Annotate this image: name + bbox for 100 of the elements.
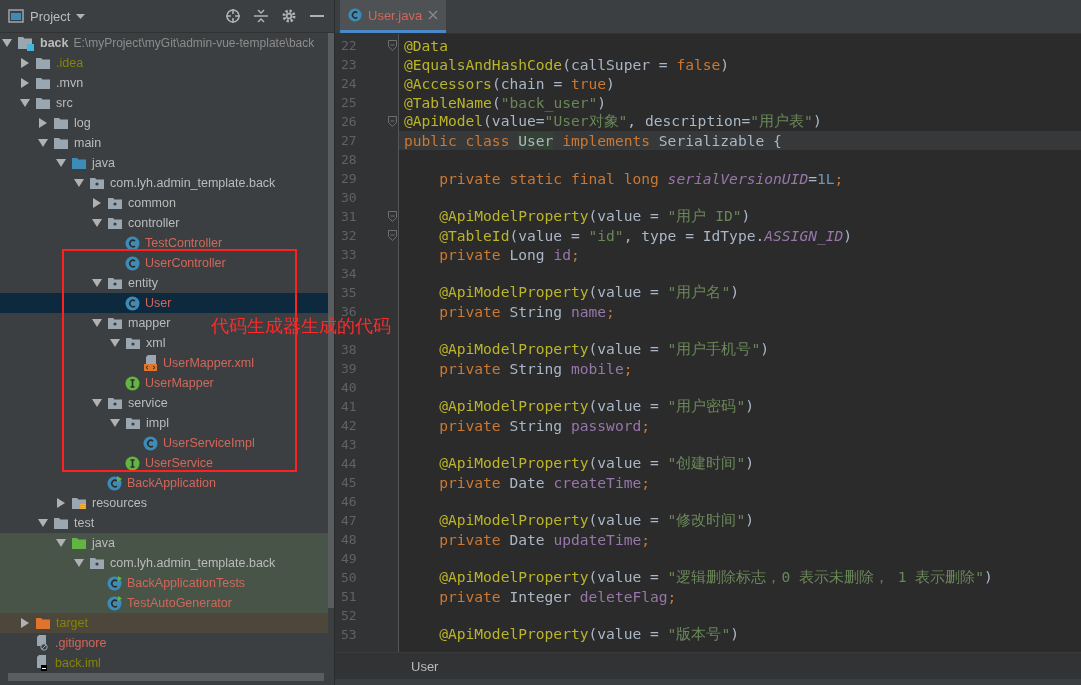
expanded-arrow-icon[interactable] xyxy=(74,558,84,568)
tree-item-label: UserMapper.xml xyxy=(163,356,254,370)
class-icon xyxy=(348,8,362,22)
package-icon xyxy=(107,316,123,330)
collapsed-arrow-icon[interactable] xyxy=(92,198,102,208)
code-line: private Long id; xyxy=(438,245,581,264)
collapsed-arrow-icon[interactable] xyxy=(38,118,48,128)
fold-marker-icon[interactable] xyxy=(388,40,397,51)
code-line: @ApiModelProperty(value = "用户名") xyxy=(438,283,740,302)
tree-row[interactable]: java xyxy=(0,533,328,553)
code-line: @ApiModelProperty(value = "用户密码") xyxy=(438,397,755,416)
tree-item-label: resources xyxy=(92,496,147,510)
code-line: private String name; xyxy=(438,302,616,321)
tree-item-label: UserServiceImpl xyxy=(163,436,255,450)
expanded-arrow-icon[interactable] xyxy=(92,278,102,288)
project-view-dropdown[interactable]: Project xyxy=(8,8,86,24)
tree-item-label: BackApplication xyxy=(127,476,216,490)
collapsed-arrow-icon[interactable] xyxy=(20,78,30,88)
expanded-arrow-icon[interactable] xyxy=(2,38,12,48)
code-line: @TableName("back_user") xyxy=(403,93,608,112)
expanded-arrow-icon[interactable] xyxy=(56,538,66,548)
expanded-arrow-icon[interactable] xyxy=(56,158,66,168)
expanded-arrow-icon[interactable] xyxy=(38,518,48,528)
tree-item-label: log xyxy=(74,116,91,130)
tree-item-label: test xyxy=(74,516,95,530)
package-icon xyxy=(89,176,105,190)
code-line: @ApiModel(value="User对象", description="用户表") xyxy=(403,112,823,131)
expanded-arrow-icon[interactable] xyxy=(110,418,120,428)
class-icon xyxy=(143,435,158,451)
tree-item-label: target xyxy=(56,616,88,630)
tree-item-label: UserService xyxy=(145,456,214,470)
expanded-arrow-icon[interactable] xyxy=(38,138,48,148)
fold-marker-icon[interactable] xyxy=(388,116,397,127)
editor-tab[interactable]: User.java xyxy=(340,0,447,33)
code-line: @ApiModelProperty(value = "修改时间") xyxy=(438,511,755,530)
collapsed-arrow-icon[interactable] xyxy=(20,618,30,628)
folder-icon xyxy=(35,96,51,110)
class-icon xyxy=(107,575,122,591)
tree-row[interactable]: target xyxy=(0,613,328,633)
tree-row[interactable]: com.lyh.admin_template.back xyxy=(0,553,328,573)
tree-item-label: .gitignore xyxy=(55,636,107,650)
test-folder-icon xyxy=(71,536,87,550)
class-icon xyxy=(107,475,122,491)
tree-item-label: .mvn xyxy=(56,76,84,90)
collapsed-arrow-icon[interactable] xyxy=(56,498,66,508)
scrollbar[interactable] xyxy=(8,673,324,681)
expanded-arrow-icon[interactable] xyxy=(74,178,84,188)
package-icon xyxy=(107,196,123,210)
tree-item-label: entity xyxy=(128,276,158,290)
code-line: private Date updateTime; xyxy=(438,530,652,549)
package-icon xyxy=(125,336,141,350)
caret-icon xyxy=(76,13,86,19)
tree-item-label: java xyxy=(92,156,115,170)
tab-label: User.java xyxy=(368,7,423,23)
expanded-arrow-icon[interactable] xyxy=(110,338,120,348)
tree-item-label: service xyxy=(128,396,168,410)
package-icon xyxy=(89,556,105,570)
tree-item-label: controller xyxy=(128,216,180,230)
tree-item-label: TestAutoGenerator xyxy=(127,596,232,610)
code-line: @Data xyxy=(403,36,449,55)
tree-item-label: UserController xyxy=(145,256,226,270)
breadcrumb[interactable]: User xyxy=(411,658,439,674)
code-line: @ApiModelProperty(value = "用户 ID") xyxy=(438,207,752,226)
module-path: E:\myProject\myGit\admin-vue-template\back xyxy=(73,36,315,50)
tree-item-label: .idea xyxy=(56,56,84,70)
selected-tree-row[interactable]: User xyxy=(0,293,328,313)
fold-marker-icon[interactable] xyxy=(388,211,397,222)
folder-icon xyxy=(53,516,69,530)
code-line: private static final long serialVersionUID=1L; xyxy=(438,169,845,188)
tree-item-label: BackApplicationTests xyxy=(127,576,246,590)
tree-item-label: common xyxy=(128,196,176,210)
expanded-arrow-icon[interactable] xyxy=(92,398,102,408)
code-line: private Date createTime; xyxy=(438,473,652,492)
expanded-arrow-icon[interactable] xyxy=(92,218,102,228)
class-icon xyxy=(125,235,140,251)
folder-icon xyxy=(53,116,69,130)
tree-item-label: main xyxy=(74,136,102,150)
code-line: @ApiModelProperty(value = "用户手机号") xyxy=(438,340,770,359)
code-line: @TableId(value = "id", type = IdType.ASSIGN_ID) xyxy=(438,226,854,245)
tree-row[interactable]: BackApplicationTests xyxy=(0,573,328,593)
tree-item-label: back.iml xyxy=(55,656,101,670)
tree-item-label: mapper xyxy=(128,316,171,330)
code-line: @Accessors(chain = true) xyxy=(403,74,616,93)
code-line: @ApiModelProperty(value = "逻辑删除标志，0 表示未删除， 1 表示删除") xyxy=(438,568,994,587)
code-line: private String password; xyxy=(438,416,652,435)
tree-item-label: java xyxy=(92,536,115,550)
class-icon xyxy=(125,255,140,271)
tree-row[interactable]: TestAutoGenerator xyxy=(0,593,328,613)
interface-icon xyxy=(125,455,140,471)
fold-marker-icon[interactable] xyxy=(388,230,397,241)
class-icon xyxy=(107,595,122,611)
package-icon xyxy=(107,396,123,410)
package-icon xyxy=(107,216,123,230)
package-icon xyxy=(125,416,141,430)
collapsed-arrow-icon[interactable] xyxy=(20,58,30,68)
expanded-arrow-icon[interactable] xyxy=(92,318,102,328)
tree-item-label: impl xyxy=(146,416,169,430)
excluded-folder-icon xyxy=(35,616,51,630)
expanded-arrow-icon[interactable] xyxy=(20,98,30,108)
class-icon xyxy=(125,295,140,311)
